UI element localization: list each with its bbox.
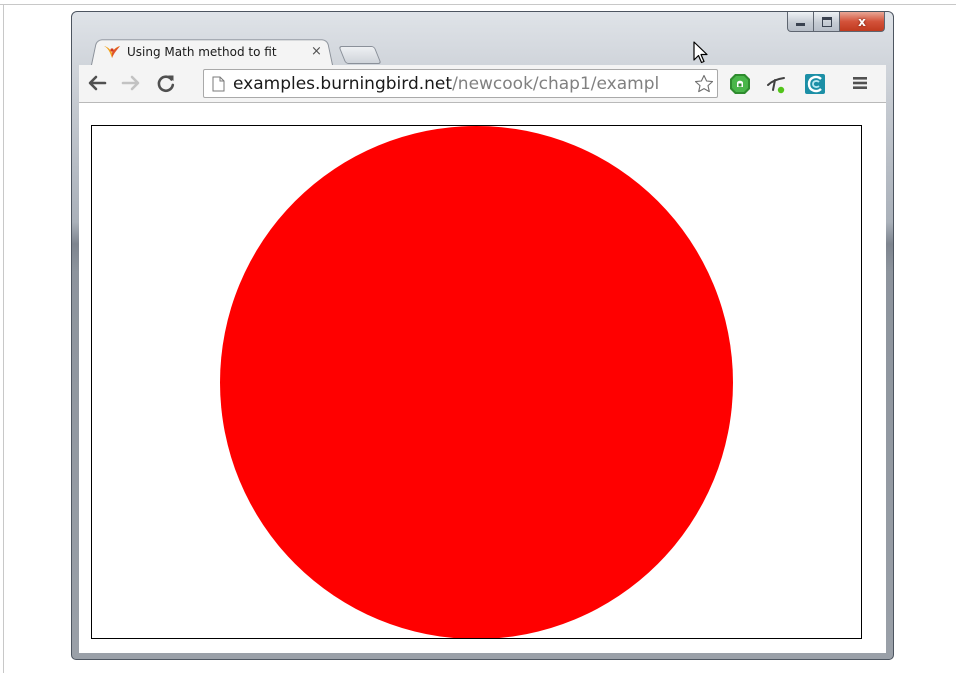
page-rule-left: [3, 4, 4, 673]
new-tab-button[interactable]: [338, 46, 382, 64]
minimize-button[interactable]: [787, 12, 814, 32]
star-icon[interactable]: [694, 74, 714, 94]
browser-window: x Using Math method to fit × examples.bu…: [71, 11, 894, 660]
canvas-element: [91, 125, 862, 639]
address-bar[interactable]: examples.burningbird.net/newcook/chap1/e…: [203, 69, 718, 98]
green-shield-extension-icon[interactable]: [729, 73, 751, 95]
page-viewport: [79, 103, 886, 653]
browser-toolbar: examples.burningbird.net/newcook/chap1/e…: [79, 65, 886, 103]
stylus-extension-icon[interactable]: [765, 73, 787, 95]
window-controls: x: [787, 12, 885, 34]
title-bar: x Using Math method to fit ×: [72, 12, 893, 65]
maximize-icon: [821, 16, 832, 27]
tab-title: Using Math method to fit: [127, 44, 277, 59]
url-path: /newcook/chap1/exampl: [452, 73, 660, 94]
mouse-cursor-icon: [693, 41, 708, 64]
back-button[interactable]: [85, 71, 109, 95]
tab-close-button[interactable]: ×: [311, 44, 322, 59]
maximize-button[interactable]: [814, 12, 840, 32]
close-window-button[interactable]: x: [840, 12, 885, 32]
burningbird-favicon-icon: [104, 45, 120, 58]
url-host: examples.burningbird.net: [233, 73, 453, 94]
forward-arrow-icon: [121, 75, 140, 91]
red-circle: [220, 126, 733, 638]
reload-icon: [157, 75, 175, 92]
close-icon: x: [858, 14, 866, 29]
forward-button[interactable]: [119, 71, 143, 95]
page-icon: [212, 76, 225, 91]
url-text[interactable]: examples.burningbird.net/newcook/chap1/e…: [233, 74, 685, 94]
hamburger-menu-icon[interactable]: [852, 75, 868, 91]
page-rule-top: [0, 4, 956, 5]
minimize-icon: [796, 23, 805, 26]
tab-active[interactable]: Using Math method to fit ×: [91, 38, 333, 65]
teal-extension-icon[interactable]: [804, 73, 826, 95]
back-arrow-icon: [88, 75, 107, 91]
reload-button[interactable]: [154, 71, 178, 95]
